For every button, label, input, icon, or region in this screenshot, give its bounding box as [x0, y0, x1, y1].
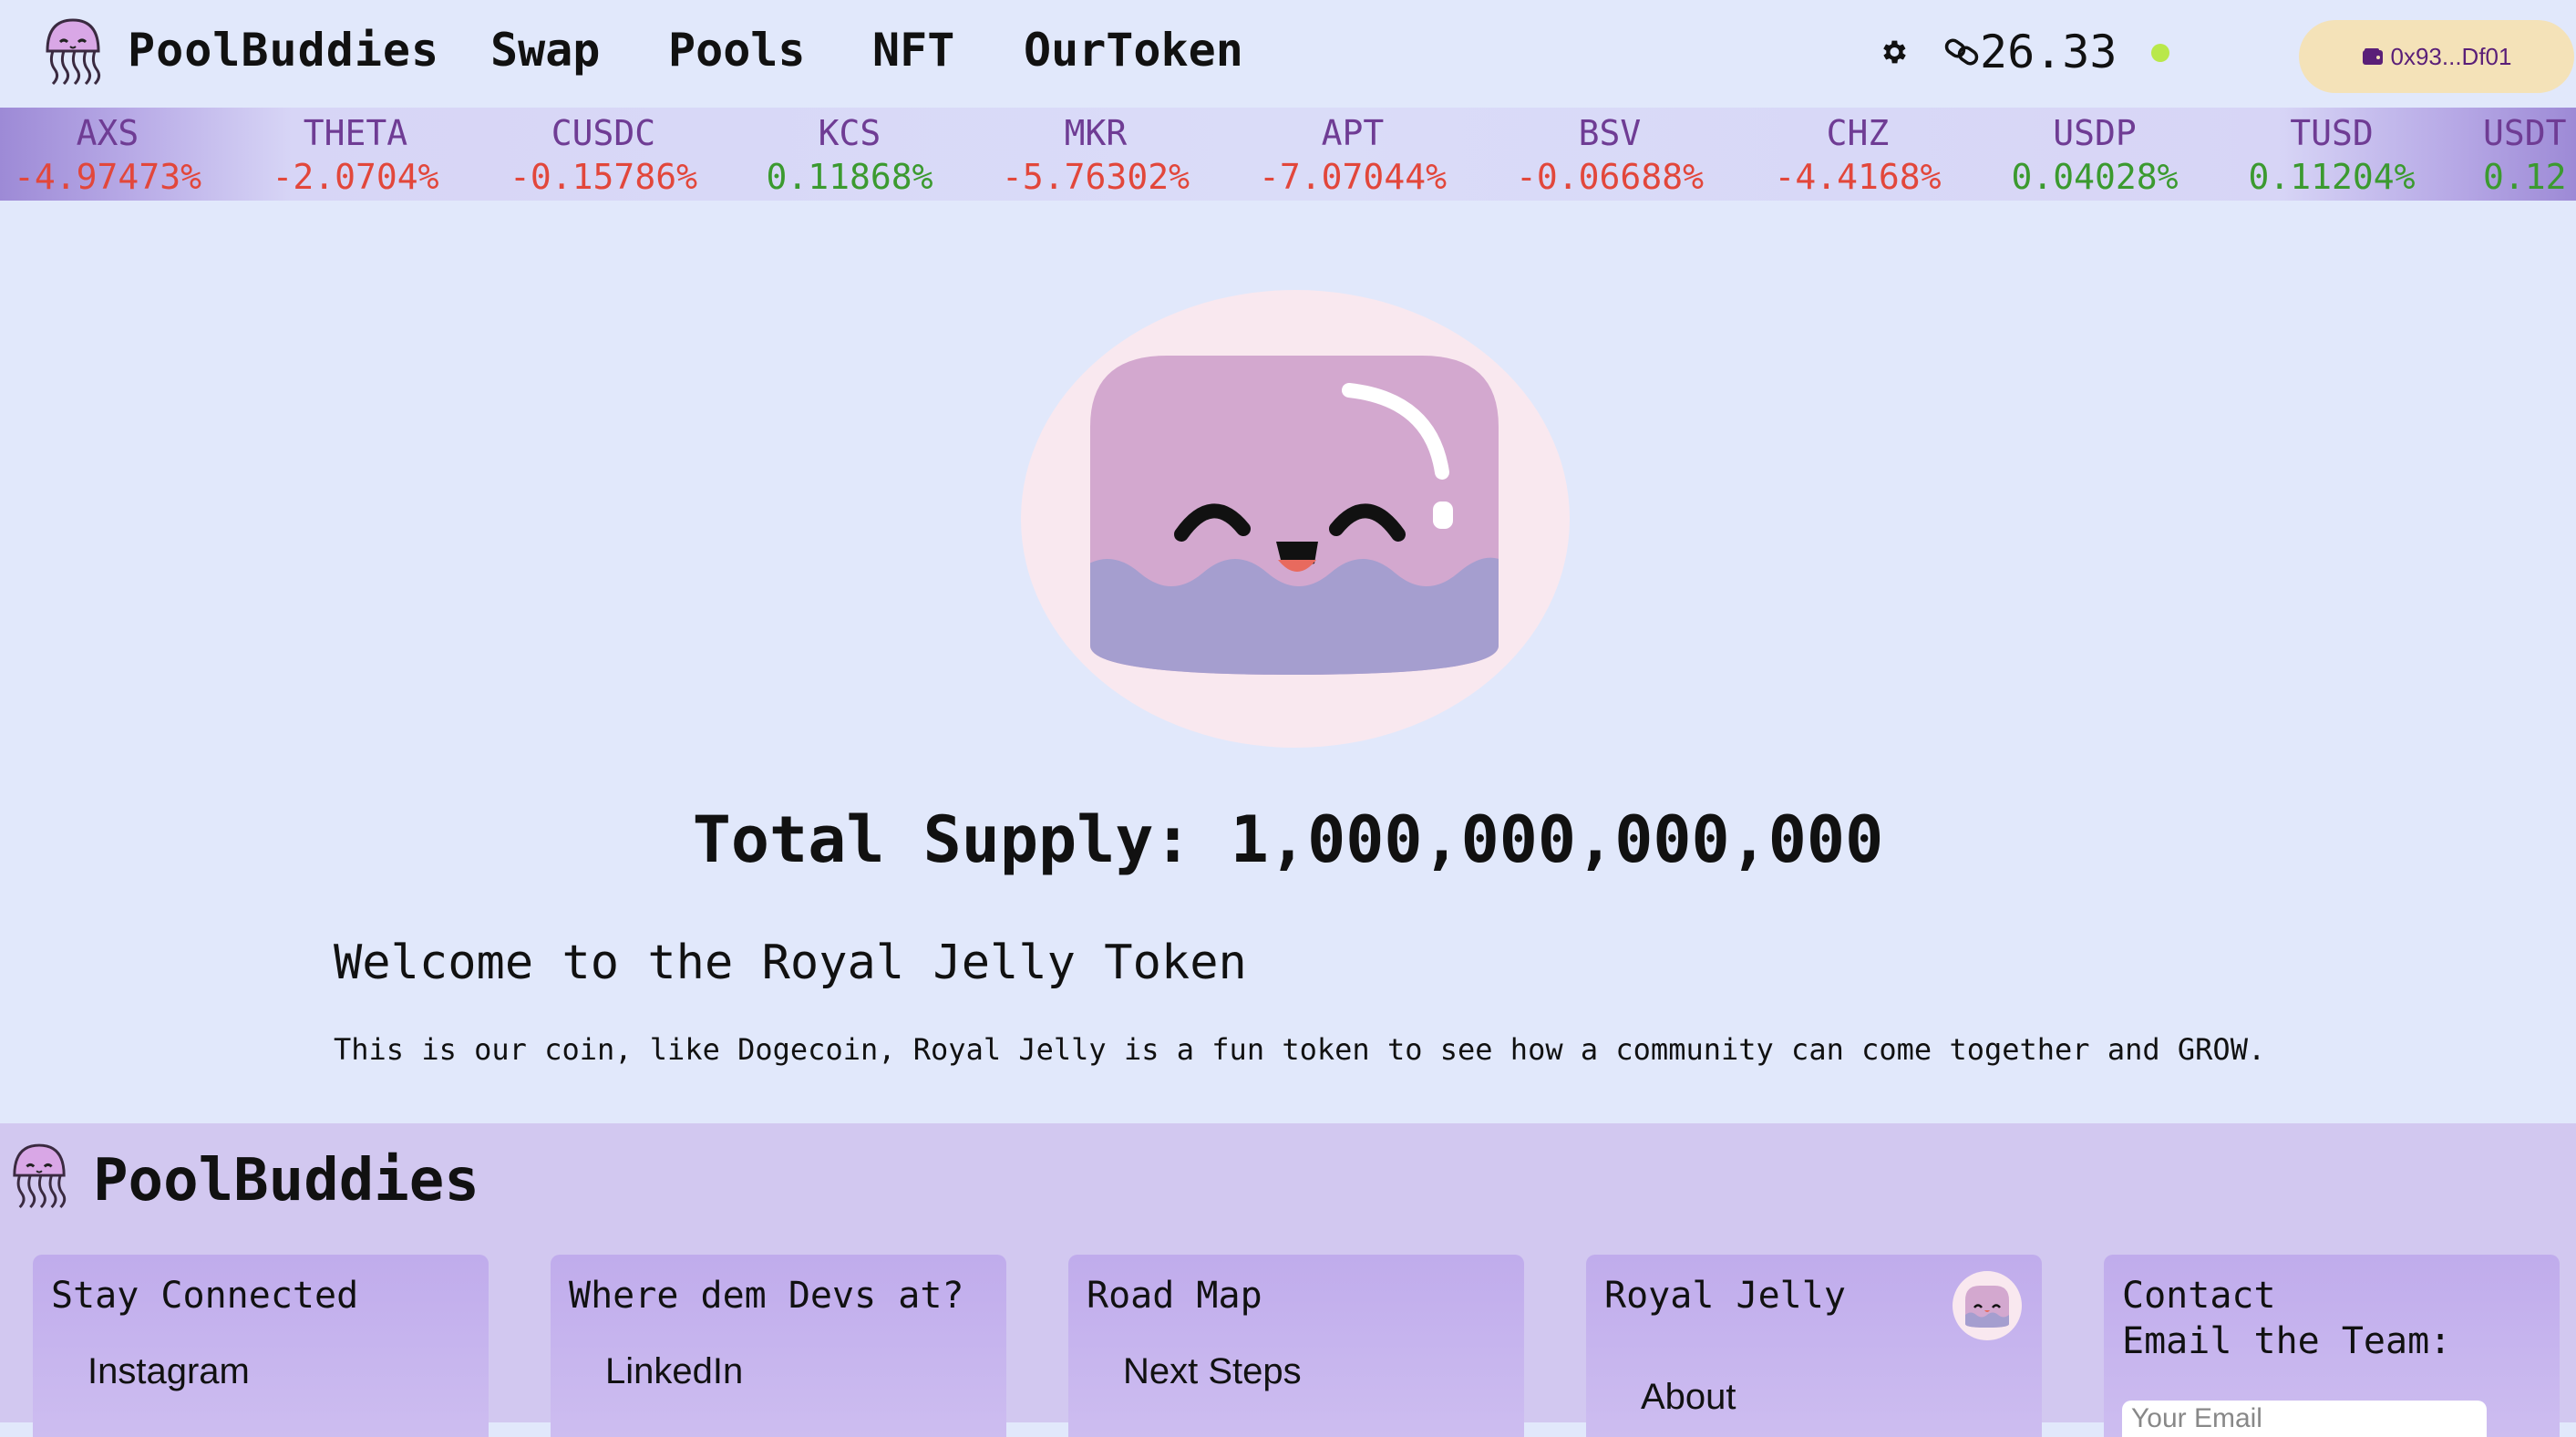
ticker-change: -2.0704% [272, 157, 439, 197]
nav-link-ourtoken[interactable]: OurToken [1024, 24, 1243, 77]
ticker-symbol: BSV [1578, 113, 1642, 153]
card-title: Road Map [1087, 1275, 1262, 1317]
ticker-change: -7.07044% [1259, 157, 1447, 197]
card-title: Stay Connected [51, 1275, 359, 1317]
wallet-icon [2362, 48, 2383, 65]
ticker-change: 0.11204% [2248, 157, 2416, 197]
total-supply: Total Supply: 1,000,000,000,000 [692, 802, 1884, 877]
token-price: 26.33 [1980, 26, 2117, 78]
ticker-item[interactable]: TUSD 0.11204% [2222, 108, 2441, 201]
jellyfish-logo-icon[interactable] [42, 16, 104, 88]
ticker-change: 0.04028% [2011, 157, 2179, 197]
status-dot-icon [2151, 44, 2169, 62]
ticker-change: 0.12 [2483, 157, 2567, 197]
about-link[interactable]: About [1641, 1377, 1736, 1418]
ticker-item[interactable]: CHZ -4.4168% [1748, 108, 1967, 201]
ticker-item[interactable]: KCS 0.11868% [740, 108, 959, 201]
ticker-item[interactable]: THETA -2.0704% [246, 108, 465, 201]
ticker-item[interactable]: CUSDC -0.15786% [494, 108, 713, 201]
ticker-change: -4.97473% [14, 157, 201, 197]
ticker-item[interactable]: APT -7.07044% [1243, 108, 1462, 201]
footer-brand-name[interactable]: PoolBuddies [93, 1147, 479, 1215]
ticker-symbol: TUSD [2290, 113, 2374, 153]
royal-jelly-avatar-icon [1953, 1271, 2022, 1340]
nav-link-nft[interactable]: NFT [872, 24, 954, 77]
card-title: Royal Jelly [1604, 1275, 1846, 1317]
ticker-symbol: USDP [2053, 113, 2137, 153]
ticker-symbol: USDT [2483, 113, 2567, 153]
linkedin-link[interactable]: LinkedIn [605, 1351, 743, 1392]
wallet-button[interactable]: 0x93...Df01 [2299, 20, 2574, 93]
royal-jelly-mascot-icon [1021, 290, 1570, 748]
ticker-symbol: MKR [1064, 113, 1128, 153]
welcome-heading: Welcome to the Royal Jelly Token [334, 936, 1247, 990]
ticker-symbol: THETA [303, 113, 408, 153]
next-steps-link[interactable]: Next Steps [1123, 1351, 1302, 1392]
nav-link-swap[interactable]: Swap [490, 24, 600, 77]
ticker-item[interactable]: MKR -5.76302% [986, 108, 1205, 201]
footer-card-devs: Where dem Devs at? LinkedIn [551, 1255, 1006, 1437]
card-title: Contact Email the Team: [2122, 1275, 2452, 1362]
ticker-item[interactable]: USDP 0.04028% [1985, 108, 2204, 201]
instagram-link[interactable]: Instagram [88, 1351, 250, 1392]
brand-name[interactable]: PoolBuddies [128, 24, 439, 77]
wallet-address: 0x93...Df01 [2390, 42, 2512, 70]
price-ticker: AXS -4.97473% THETA -2.0704% CUSDC -0.15… [0, 108, 2576, 201]
footer-card-contact: Contact Email the Team: [2104, 1255, 2560, 1437]
ticker-item[interactable]: BSV -0.06688% [1500, 108, 1719, 201]
footer: PoolBuddies Stay Connected Instagram Whe… [0, 1123, 2576, 1437]
ticker-change: -4.4168% [1774, 157, 1942, 197]
ticker-change: -5.76302% [1002, 157, 1190, 197]
ticker-symbol: APT [1321, 113, 1385, 153]
ticker-change: -0.15786% [510, 157, 697, 197]
ticker-symbol: CUSDC [551, 113, 656, 153]
ticker-item[interactable]: AXS -4.97473% [0, 108, 217, 201]
nav-link-pools[interactable]: Pools [668, 24, 806, 77]
ticker-symbol: KCS [818, 113, 881, 153]
ticker-item[interactable]: USDT 0.12 [2452, 108, 2576, 201]
email-field[interactable] [2122, 1401, 2487, 1437]
footer-card-royal-jelly: Royal Jelly About [1586, 1255, 2042, 1437]
chainlink-icon [1944, 38, 1979, 66]
ticker-change: 0.11868% [766, 157, 933, 197]
ticker-symbol: CHZ [1826, 113, 1890, 153]
card-title: Where dem Devs at? [569, 1275, 964, 1317]
top-nav: PoolBuddies Swap Pools NFT OurToken 26.3… [0, 0, 2576, 108]
footer-card-road-map: Road Map Next Steps [1068, 1255, 1524, 1437]
ticker-symbol: AXS [76, 113, 139, 153]
token-description: This is our coin, like Dogecoin, Royal J… [334, 1032, 2266, 1067]
gear-icon[interactable] [1878, 36, 1909, 67]
jellyfish-logo-icon[interactable] [9, 1142, 69, 1211]
ticker-change: -0.06688% [1516, 157, 1704, 197]
footer-card-stay-connected: Stay Connected Instagram [33, 1255, 489, 1437]
